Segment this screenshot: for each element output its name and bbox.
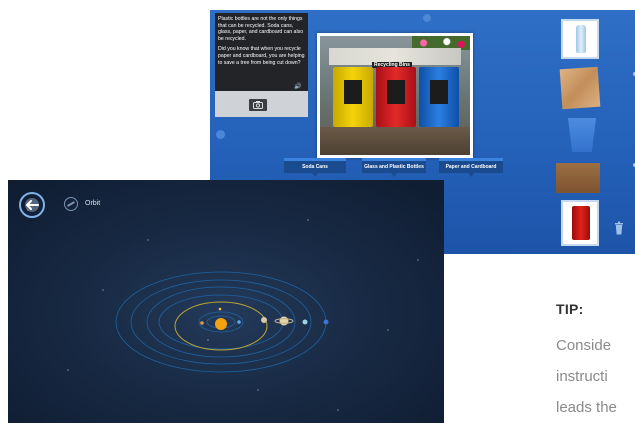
planet-neptune[interactable] [323, 319, 329, 325]
info-icon[interactable] [423, 14, 431, 22]
item-plastic-cup[interactable] [568, 118, 596, 152]
camera-button[interactable] [249, 99, 267, 111]
item-paper-bag[interactable] [559, 66, 601, 110]
red-bin [376, 67, 416, 127]
bin-label-soda-cans[interactable]: Soda Cans [284, 158, 346, 177]
item-soda-can[interactable] [561, 200, 599, 246]
item-plastic-bottle[interactable] [561, 19, 599, 59]
camera-icon [253, 101, 263, 109]
planet-saturn[interactable] [274, 316, 294, 326]
tip-heading: TIP: [556, 301, 584, 317]
solar-system-screenshot: Orbit [8, 180, 444, 423]
planet-jupiter[interactable] [261, 317, 267, 323]
tip-text-line: instructi [556, 368, 608, 385]
info-text-2: Did you know that when you recycle paper… [218, 46, 305, 66]
planet-earth[interactable] [237, 320, 241, 324]
home-icon[interactable] [216, 130, 225, 139]
tip-text-line: leads the [556, 399, 617, 416]
planet-uranus[interactable] [302, 319, 308, 325]
sun[interactable] [215, 318, 227, 330]
tip-text-line: Conside [556, 337, 612, 354]
draggable-items [556, 10, 608, 254]
trash-icon[interactable] [614, 221, 624, 235]
info-text-1: Plastic bottles are not the only things … [218, 16, 304, 42]
planet-mercury[interactable] [218, 307, 222, 311]
bin-label-paper[interactable]: Paper and Cardboard [439, 158, 503, 177]
bin-label-bottles[interactable]: Glass and Plastic Bottles [362, 158, 426, 177]
planet-venus[interactable] [200, 321, 204, 325]
item-cardboard-box[interactable] [556, 163, 600, 193]
yellow-bin [333, 67, 373, 127]
solar-system-diagram [115, 271, 329, 373]
recycling-bins-photo: Recycling Bins [317, 33, 473, 158]
blue-bin [419, 67, 459, 127]
